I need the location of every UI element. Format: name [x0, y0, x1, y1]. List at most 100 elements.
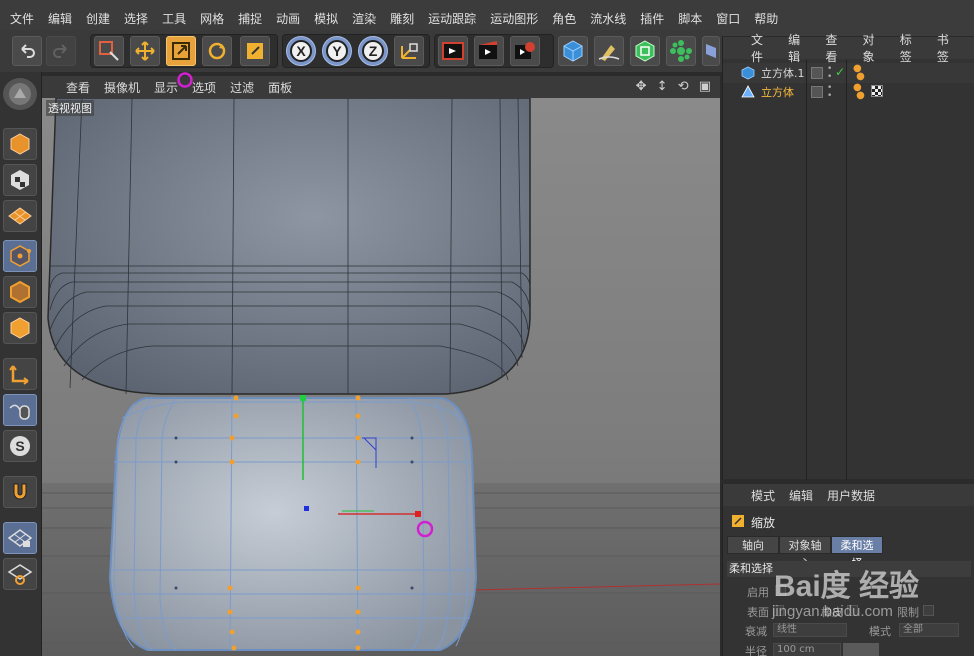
- menu-simulate[interactable]: 模拟: [314, 10, 338, 27]
- subdivision-surface-button[interactable]: [630, 36, 660, 66]
- menu-mograph[interactable]: 运动图形: [490, 10, 538, 27]
- visibility-dots[interactable]: • •: [827, 65, 832, 82]
- cube-object-button[interactable]: [558, 36, 588, 66]
- menu-file[interactable]: 文件: [10, 10, 34, 27]
- phong-tag-icon[interactable]: ● ●: [853, 83, 865, 101]
- tab-soft-selection[interactable]: 柔和选择: [831, 536, 883, 570]
- z-axis-lock-button[interactable]: Z: [358, 36, 388, 66]
- material-tag-icon[interactable]: [871, 85, 883, 97]
- z-axis-icon: Z: [362, 40, 384, 62]
- menu-animate[interactable]: 动画: [276, 10, 300, 27]
- y-axis-lock-button[interactable]: Y: [322, 36, 352, 66]
- enable-axis-button[interactable]: [3, 358, 37, 390]
- watermark: Bai度 经验 jingyan.baidu.com: [762, 555, 974, 655]
- viewport-label: 透视视图: [46, 100, 94, 116]
- viewport-nav-icons[interactable]: ✥ ↕ ⟲ ▣: [636, 79, 714, 94]
- layer-icon[interactable]: [811, 67, 823, 79]
- menu-help[interactable]: 帮助: [754, 10, 778, 27]
- render-picture-viewer-button[interactable]: [474, 36, 504, 66]
- redo-button[interactable]: [46, 36, 76, 66]
- am-menu-mode[interactable]: 模式: [751, 487, 775, 504]
- viewport-menu-options[interactable]: 选项: [192, 79, 216, 96]
- om-menu-file[interactable]: 文件: [751, 31, 774, 65]
- object-row-cube-1[interactable]: 立方体.1 • • ✓ ● ●: [723, 63, 974, 83]
- render-settings-button[interactable]: [510, 36, 540, 66]
- menu-select[interactable]: 选择: [124, 10, 148, 27]
- menu-snap[interactable]: 捕捉: [238, 10, 262, 27]
- viewport-menu-cameras[interactable]: 摄像机: [104, 79, 140, 96]
- tab-object-axis[interactable]: 对象轴心: [779, 536, 831, 570]
- y-axis-icon: Y: [326, 40, 348, 62]
- perspective-viewport[interactable]: 透视视图: [42, 98, 720, 656]
- mouse-icon: [9, 404, 30, 420]
- om-menu-bookmarks[interactable]: 书签: [937, 31, 960, 65]
- model-mode-button[interactable]: [3, 128, 37, 160]
- polygons-mode-button[interactable]: [3, 312, 37, 344]
- coordinate-system-button[interactable]: [394, 36, 424, 66]
- x-axis-lock-button[interactable]: X: [286, 36, 316, 66]
- scale-tool-button[interactable]: [166, 36, 196, 66]
- live-selection-button[interactable]: [94, 36, 124, 66]
- magnet-icon: [13, 483, 27, 500]
- menu-mesh[interactable]: 网格: [200, 10, 224, 27]
- menu-script[interactable]: 脚本: [678, 10, 702, 27]
- viewport-menu-panel[interactable]: 面板: [268, 79, 292, 96]
- scale-object-button[interactable]: [240, 36, 270, 66]
- object-name-selected[interactable]: 立方体: [761, 84, 794, 100]
- enabled-check-icon[interactable]: ✓: [835, 65, 845, 79]
- viewport-menu-view[interactable]: 查看: [66, 79, 90, 96]
- texture-mode-button[interactable]: [3, 164, 37, 196]
- menu-create[interactable]: 创建: [86, 10, 110, 27]
- move-tool-button[interactable]: [130, 36, 160, 66]
- render-view-button[interactable]: [438, 36, 468, 66]
- object-name[interactable]: 立方体.1: [761, 65, 805, 81]
- polygon-object-icon: [741, 85, 755, 98]
- om-menu-edit[interactable]: 编辑: [788, 31, 811, 65]
- menu-edit[interactable]: 编辑: [48, 10, 72, 27]
- workplane-align-button[interactable]: [3, 558, 37, 590]
- edges-mode-button[interactable]: [3, 276, 37, 308]
- menu-render[interactable]: 渲染: [352, 10, 376, 27]
- undo-button[interactable]: [12, 36, 42, 66]
- menu-motion-tracking[interactable]: 运动跟踪: [428, 10, 476, 27]
- clapper-icon: [442, 42, 464, 60]
- menu-sculpt[interactable]: 雕刻: [390, 10, 414, 27]
- menu-pipeline[interactable]: 流水线: [590, 10, 626, 27]
- layer-icon[interactable]: [811, 86, 823, 98]
- viewport-scene[interactable]: [42, 98, 720, 656]
- viewport-menu-display[interactable]: 显示: [154, 79, 178, 96]
- cloner-button[interactable]: [666, 36, 696, 66]
- mode-toolbar: S: [0, 72, 42, 656]
- pen-icon: [598, 45, 620, 61]
- cursor-highlight-icon: [177, 72, 193, 88]
- menu-window[interactable]: 窗口: [716, 10, 740, 27]
- solo-mode-button[interactable]: S: [3, 430, 37, 462]
- deformer-button[interactable]: [702, 36, 720, 66]
- om-menu-tags[interactable]: 标签: [900, 31, 923, 65]
- workplane-mode-button[interactable]: [3, 200, 37, 232]
- column-divider: [806, 60, 807, 480]
- workplane-lock-button[interactable]: [3, 522, 37, 554]
- rotate-tool-button[interactable]: [202, 36, 232, 66]
- menu-character[interactable]: 角色: [552, 10, 576, 27]
- phong-tag-icon[interactable]: ● ●: [853, 64, 865, 82]
- visibility-dots[interactable]: • •: [827, 84, 832, 101]
- am-menu-user-data[interactable]: 用户数据: [827, 487, 875, 504]
- attribute-tabs: 轴向 对象轴心 柔和选择: [727, 536, 883, 570]
- watermark-logo: Bai度 经验: [774, 570, 920, 603]
- tab-axis[interactable]: 轴向: [727, 536, 779, 554]
- menu-plugins[interactable]: 插件: [640, 10, 664, 27]
- points-mode-button[interactable]: [3, 240, 37, 272]
- pen-spline-button[interactable]: [594, 36, 624, 66]
- redo-icon: [53, 44, 67, 58]
- render-settings-icon: [515, 42, 535, 59]
- snap-button[interactable]: [3, 476, 37, 508]
- object-row-cube[interactable]: 立方体 • • ● ●: [723, 82, 974, 102]
- make-editable-button[interactable]: [3, 78, 37, 110]
- menu-tools[interactable]: 工具: [162, 10, 186, 27]
- viewport-menu-filter[interactable]: 过滤: [230, 79, 254, 96]
- om-menu-objects[interactable]: 对象: [863, 31, 886, 65]
- cube-icon: [563, 40, 583, 62]
- tweak-mode-button[interactable]: [3, 394, 37, 426]
- am-menu-edit[interactable]: 编辑: [789, 487, 813, 504]
